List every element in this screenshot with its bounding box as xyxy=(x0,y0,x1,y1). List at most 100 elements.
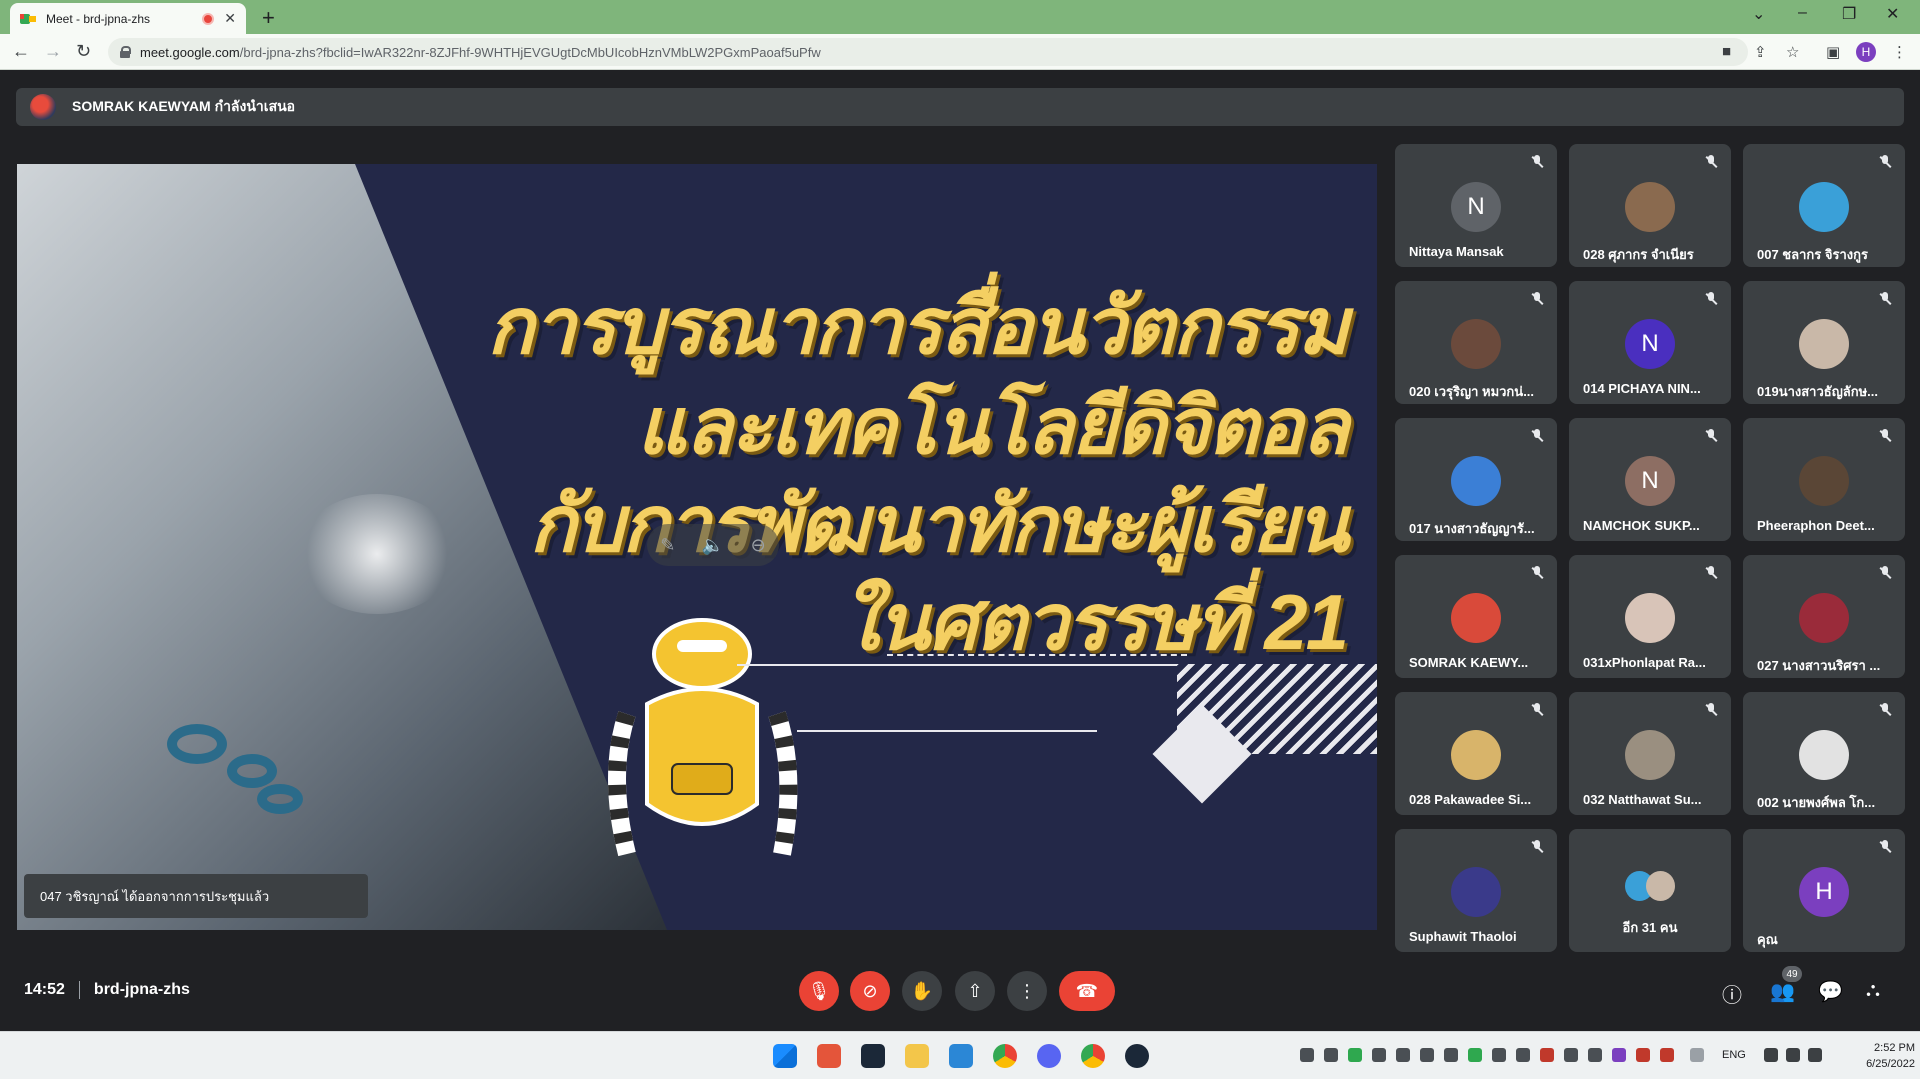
participant-tile[interactable]: N 014 PICHAYA NIN... xyxy=(1569,281,1731,404)
chat-icon[interactable]: 💬 xyxy=(1818,979,1843,1004)
battery-icon[interactable] xyxy=(1808,1048,1822,1062)
participant-name: อีก 31 คน xyxy=(1622,920,1678,935)
bookmark-star-icon[interactable]: ☆ xyxy=(1786,43,1799,61)
participant-tile[interactable]: N NAMCHOK SUKP... xyxy=(1569,418,1731,541)
share-icon[interactable]: ⇪ xyxy=(1754,43,1767,61)
steam-running-icon[interactable] xyxy=(1125,1044,1149,1068)
forward-icon[interactable]: → xyxy=(44,41,62,62)
app-icon[interactable] xyxy=(817,1044,841,1068)
people-icon[interactable]: 👥 xyxy=(1770,979,1795,1004)
chrome-profile-icon[interactable] xyxy=(1081,1044,1105,1068)
participant-tile[interactable]: N Nittaya Mansak xyxy=(1395,144,1557,267)
tray-icon[interactable] xyxy=(1612,1048,1626,1062)
participant-tile[interactable]: Suphawit Thaoloi xyxy=(1395,829,1557,952)
tray-icon[interactable] xyxy=(1468,1048,1482,1062)
menu-icon[interactable]: ⋮ xyxy=(1892,43,1907,61)
activities-icon[interactable]: ⛬ xyxy=(1866,979,1880,1002)
participant-tile[interactable]: 028 Pakawadee Si... xyxy=(1395,692,1557,815)
participant-tile[interactable]: 002 นายพงศ์พล โก... xyxy=(1743,692,1905,815)
participant-name: 019นางสาวธัญลักษ... xyxy=(1757,384,1879,399)
presentation-slide: การบูรณาการสื่อนวัตกรรม และเทคโนโลยีดิจิ… xyxy=(17,164,1377,930)
participant-tile[interactable]: 028 ศุภากร จำเนียร xyxy=(1569,144,1731,267)
participant-tile[interactable]: Pheeraphon Deet... xyxy=(1743,418,1905,541)
tray-icon[interactable] xyxy=(1660,1048,1674,1062)
windows-start-icon[interactable] xyxy=(773,1044,797,1068)
remove-icon[interactable]: ⊖ xyxy=(751,535,766,556)
chrome-icon[interactable] xyxy=(993,1044,1017,1068)
sidebar-icon[interactable]: ▣ xyxy=(1826,43,1840,61)
participant-tile[interactable]: 032 Natthawat Su... xyxy=(1569,692,1731,815)
participant-tile[interactable]: 027 นางสาวนริศรา ... xyxy=(1743,555,1905,678)
participant-avatar xyxy=(1799,182,1849,232)
url-field[interactable]: meet.google.com /brd-jpna-zhs?fbclid=IwA… xyxy=(108,38,1748,66)
participant-name: 031xPhonlapat Ra... xyxy=(1583,655,1706,670)
tray-icon[interactable] xyxy=(1420,1048,1434,1062)
system-clock[interactable]: 2:52 PM 6/25/2022 xyxy=(1845,1040,1915,1072)
participant-avatar xyxy=(1799,730,1849,780)
participant-tile[interactable]: SOMRAK KAEWY... xyxy=(1395,555,1557,678)
folder-icon[interactable] xyxy=(905,1044,929,1068)
tray-icon[interactable] xyxy=(1636,1048,1650,1062)
camera-off-button[interactable]: ⊘ xyxy=(850,971,890,1011)
volume-icon[interactable] xyxy=(1786,1048,1800,1062)
participant-name: 032 Natthawat Su... xyxy=(1583,792,1702,807)
participant-name: 028 ศุภากร จำเนียร xyxy=(1583,247,1694,262)
participant-tile[interactable]: H คุณ xyxy=(1743,829,1905,952)
tray-icon[interactable] xyxy=(1444,1048,1458,1062)
participant-name: SOMRAK KAEWY... xyxy=(1409,655,1529,670)
new-tab-button[interactable]: + xyxy=(262,5,275,31)
participant-avatar xyxy=(1799,593,1849,643)
mic-muted-icon xyxy=(1529,839,1545,855)
address-toolbar: ← → ↻ meet.google.com /brd-jpna-zhs?fbcl… xyxy=(0,34,1920,70)
tray-icon[interactable] xyxy=(1564,1048,1578,1062)
browser-tab-bar: Meet - brd-jpna-zhs ✕ + ⌄ – ❐ ✕ xyxy=(0,0,1920,34)
close-window-icon[interactable]: ✕ xyxy=(1886,4,1899,24)
tray-icon[interactable] xyxy=(1348,1048,1362,1062)
tray-icon[interactable] xyxy=(1540,1048,1554,1062)
mic-muted-icon xyxy=(1703,428,1719,444)
input-language[interactable]: ENG xyxy=(1722,1049,1746,1061)
more-options-button[interactable]: ⋮ xyxy=(1007,971,1047,1011)
tray-icon[interactable] xyxy=(1300,1048,1314,1062)
mic-muted-icon xyxy=(1877,291,1893,307)
participant-tile[interactable]: 017 นางสาวธัญญารั... xyxy=(1395,418,1557,541)
tray-icon[interactable] xyxy=(1396,1048,1410,1062)
participant-tile[interactable]: 007 ชลากร จิรางกูร xyxy=(1743,144,1905,267)
more-icon: ⋮ xyxy=(1018,980,1036,1001)
participant-tile[interactable]: 020 เวรุริญา หมวกน่... xyxy=(1395,281,1557,404)
minimize-icon[interactable]: – xyxy=(1798,4,1807,22)
mic-muted-icon xyxy=(1703,154,1719,170)
participant-avatar: N xyxy=(1625,456,1675,506)
raise-hand-button[interactable]: ✋ xyxy=(902,971,942,1011)
discord-icon[interactable] xyxy=(1037,1044,1061,1068)
mic-off-icon: 🎙 xyxy=(807,980,831,1001)
pin-icon[interactable]: ✎ xyxy=(660,535,675,556)
participant-tile[interactable]: อีก 31 คน xyxy=(1569,829,1731,952)
participant-name: Nittaya Mansak xyxy=(1409,244,1504,259)
tab-search-icon[interactable]: ⌄ xyxy=(1752,4,1765,24)
close-tab-icon[interactable]: ✕ xyxy=(224,10,236,27)
steam-icon[interactable] xyxy=(861,1044,885,1068)
info-icon[interactable]: ⓘ xyxy=(1722,979,1742,1008)
participant-tile[interactable]: 019นางสาวธัญลักษ... xyxy=(1743,281,1905,404)
tray-icon[interactable] xyxy=(1516,1048,1530,1062)
present-button[interactable]: ⇧ xyxy=(955,971,995,1011)
back-icon[interactable]: ← xyxy=(12,41,30,62)
browser-tab[interactable]: Meet - brd-jpna-zhs ✕ xyxy=(10,3,246,34)
vscode-icon[interactable] xyxy=(949,1044,973,1068)
participant-tile[interactable]: 031xPhonlapat Ra... xyxy=(1569,555,1731,678)
tray-icon[interactable] xyxy=(1372,1048,1386,1062)
restore-icon[interactable]: ❐ xyxy=(1842,4,1856,24)
tray-icon[interactable] xyxy=(1324,1048,1338,1062)
wifi-icon[interactable] xyxy=(1764,1048,1778,1062)
camera-icon[interactable]: ■ xyxy=(1722,43,1731,60)
reload-icon[interactable]: ↻ xyxy=(76,41,91,62)
tray-icon[interactable] xyxy=(1492,1048,1506,1062)
participant-avatar: N xyxy=(1625,319,1675,369)
profile-avatar[interactable]: H xyxy=(1856,42,1876,62)
mic-off-button[interactable]: 🎙 xyxy=(799,971,839,1011)
volume-icon[interactable]: 🔈 xyxy=(702,535,724,556)
microphone-icon[interactable] xyxy=(1690,1048,1704,1062)
tray-icon[interactable] xyxy=(1588,1048,1602,1062)
leave-call-button[interactable]: ☎ xyxy=(1059,971,1115,1011)
